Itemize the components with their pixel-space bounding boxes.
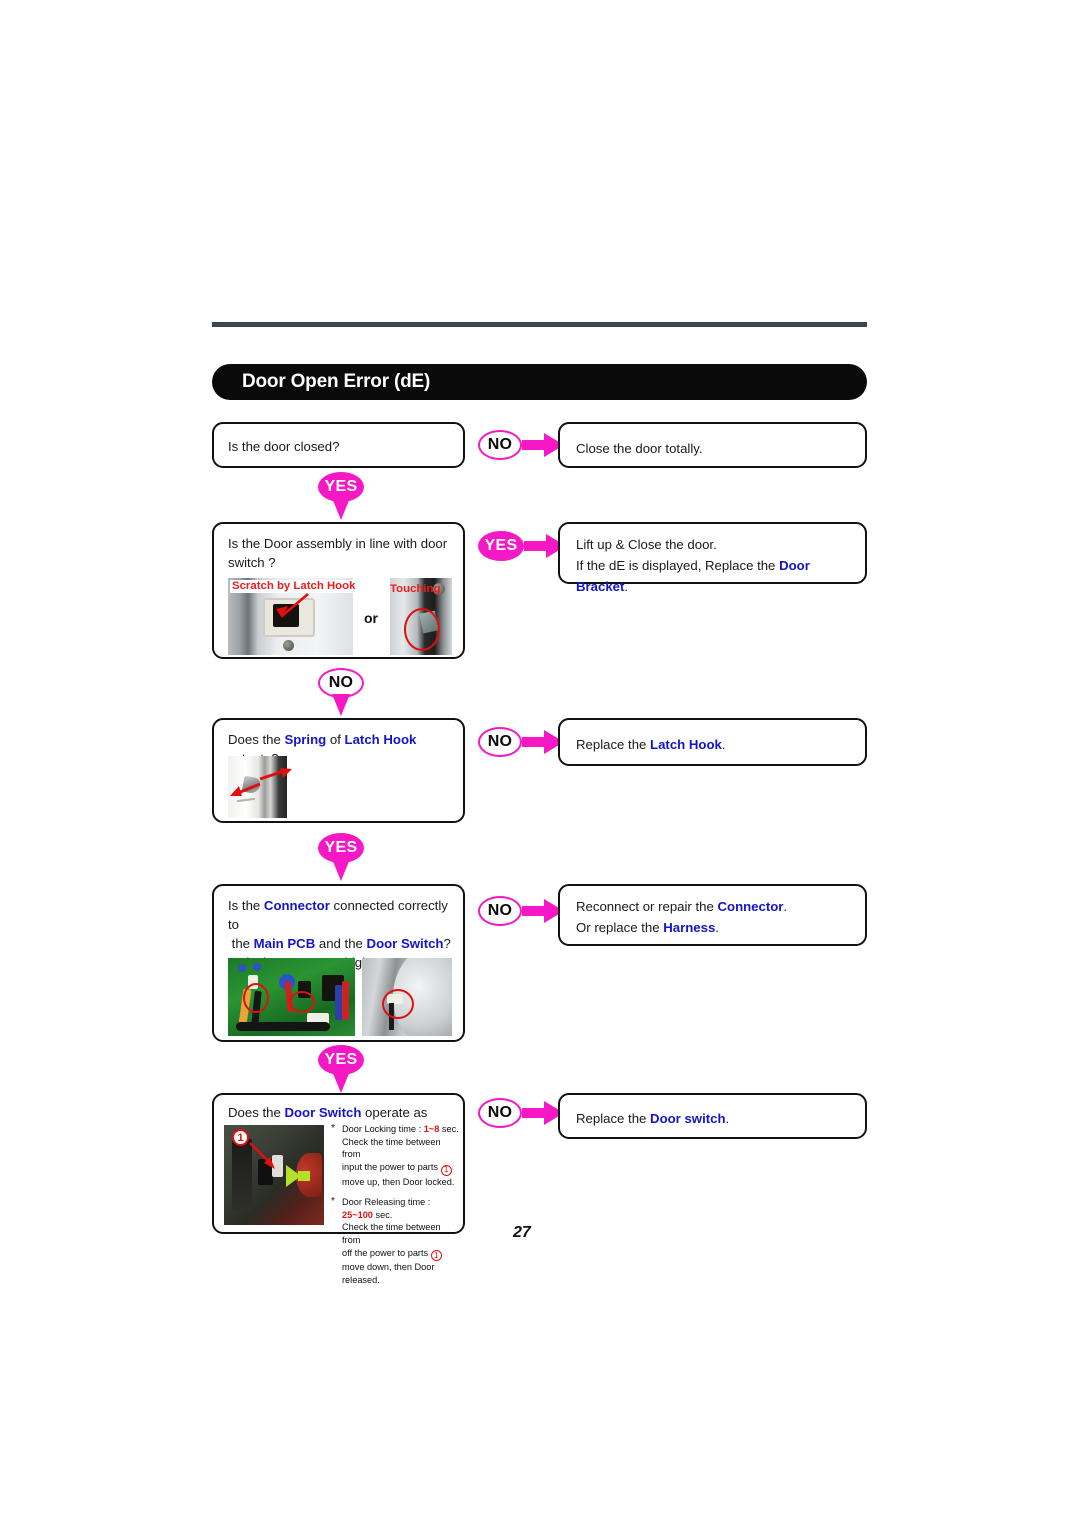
page-number: 27 [513, 1224, 531, 1241]
term-connector: Connector [263, 898, 330, 913]
photo-main-pcb [228, 958, 355, 1036]
branch-label: NO [478, 896, 522, 926]
branch-no-step-1: NO [478, 430, 564, 460]
answer-text: Replace the Latch Hook. [576, 737, 726, 752]
question-box-door-closed: Is the door closed? [212, 422, 465, 468]
bullet-star: * [331, 1123, 335, 1134]
answer-line-2: If the dE is displayed, Replace the Door… [576, 558, 810, 594]
branch-no-step-2: NO [318, 668, 364, 716]
term-door-bracket: Door Bracket [576, 558, 810, 594]
spec-item-releasing: * Door Releasing time : 25~100 sec. Chec… [331, 1196, 461, 1286]
branch-no-step-4: NO [478, 896, 564, 926]
question-line-2: switch ? [228, 555, 276, 570]
answer-box-reconnect-connector: Reconnect or repair the Connector. Or re… [558, 884, 867, 946]
red-arrow-icon [276, 593, 309, 618]
branch-label: YES [478, 531, 524, 561]
spec-detail-1: Check the time between from [342, 1222, 441, 1245]
spec-detail-3: move down, then Door released. [342, 1262, 435, 1285]
answer-box-close-door: Close the door totally. [558, 422, 867, 468]
arrow-down-icon [332, 498, 350, 520]
answer-line-1: Lift up & Close the door. [576, 537, 717, 552]
answer-box-lift-close: Lift up & Close the door. If the dE is d… [558, 522, 867, 594]
spec-detail-2: input the power to parts [342, 1161, 439, 1172]
question-text: Is the Door assembly in line with door s… [228, 534, 455, 572]
photo-or-label: or [364, 610, 378, 626]
section-title-bar: Door Open Error (dE) [212, 364, 867, 400]
term-spring: Spring [284, 732, 327, 747]
green-arrow-icon [286, 1165, 301, 1187]
term-harness: Harness [663, 920, 716, 935]
arrow-down-icon [332, 694, 350, 716]
branch-yes-step-3: YES [318, 833, 364, 881]
term-door-switch: Door Switch [284, 1105, 362, 1120]
term-door-switch: Door Switch [366, 936, 444, 951]
branch-yes-step-4: YES [318, 1045, 364, 1093]
answer-text: Close the door totally. [576, 441, 703, 456]
bullet-star: * [331, 1196, 335, 1208]
callout-number-1: 1 [232, 1129, 249, 1146]
question-box-door-switch-operation: Does the Door Switch operate as follows?… [212, 1093, 465, 1285]
photo-label-touching: Touching [390, 583, 441, 595]
photo-door-switch-cabinet [362, 958, 452, 1036]
spec-part-number: 1 [430, 1250, 442, 1262]
question-box-connector: Is the Connector connected correctly to … [212, 884, 465, 1042]
term-main-pcb: Main PCB [253, 936, 316, 951]
answer-line-1: Reconnect or repair the Connector. [576, 899, 788, 914]
spec-unit: sec. [375, 1209, 393, 1220]
page-title: Door Open Error (dE) [242, 371, 431, 392]
manual-page: Door Open Error (dE) Is the door closed?… [0, 0, 1080, 1527]
arrow-down-icon [332, 1071, 350, 1093]
spec-value: 1~8 [423, 1124, 440, 1134]
term-latch-hook: Latch Hook [650, 737, 722, 752]
spec-value: 25~100 [342, 1209, 373, 1220]
branch-no-step-5: NO [478, 1098, 564, 1128]
answer-box-replace-door-switch: Replace the Door switch. [558, 1093, 867, 1139]
spec-unit: sec. [441, 1124, 459, 1134]
answer-text: Lift up & Close the door. If the dE is d… [576, 534, 855, 597]
answer-box-replace-latch-hook: Replace the Latch Hook. [558, 718, 867, 766]
spec-item-locking: * Door Locking time : 1~8 sec. Check the… [331, 1123, 461, 1188]
answer-line-2: Or replace the Harness. [576, 920, 719, 935]
header-rule [212, 322, 867, 327]
question-box-door-assembly: Is the Door assembly in line with door s… [212, 522, 465, 659]
red-highlight-circle [404, 608, 440, 651]
red-arrow-up-right-icon [259, 768, 292, 781]
branch-yes-step-1: YES [318, 472, 364, 520]
question-text: Is the door closed? [228, 439, 340, 454]
spec-detail-3: move up, then Door locked. [342, 1176, 455, 1187]
spec-heading: Door Releasing time : [342, 1197, 431, 1208]
spec-detail-2: off the power to parts [342, 1247, 429, 1258]
door-switch-spec-list: * Door Locking time : 1~8 sec. Check the… [331, 1123, 461, 1295]
spec-part-number: 1 [440, 1164, 452, 1176]
term-door-switch: Door switch [650, 1111, 726, 1126]
branch-no-step-3: NO [478, 727, 564, 757]
arrow-down-icon [332, 859, 350, 881]
term-connector: Connector [717, 899, 784, 914]
answer-text: Reconnect or repair the Connector. Or re… [576, 896, 855, 938]
red-arrow-down-left-icon [230, 782, 261, 796]
spec-detail-1: Check the time between from [342, 1136, 441, 1160]
branch-label: NO [478, 430, 522, 460]
question-line-1: Is the Door assembly in line with door [228, 536, 448, 551]
branch-label: NO [478, 1098, 522, 1128]
spec-heading: Door Locking time : [342, 1124, 422, 1134]
answer-text: Replace the Door switch. [576, 1111, 730, 1126]
branch-label: NO [478, 727, 522, 757]
question-box-latch-spring: Does the Spring of Latch Hook actuate? [212, 718, 465, 823]
branch-yes-step-2: YES [478, 531, 566, 561]
red-arrow-icon [249, 1142, 275, 1169]
term-latch-hook: Latch Hook [344, 732, 417, 747]
